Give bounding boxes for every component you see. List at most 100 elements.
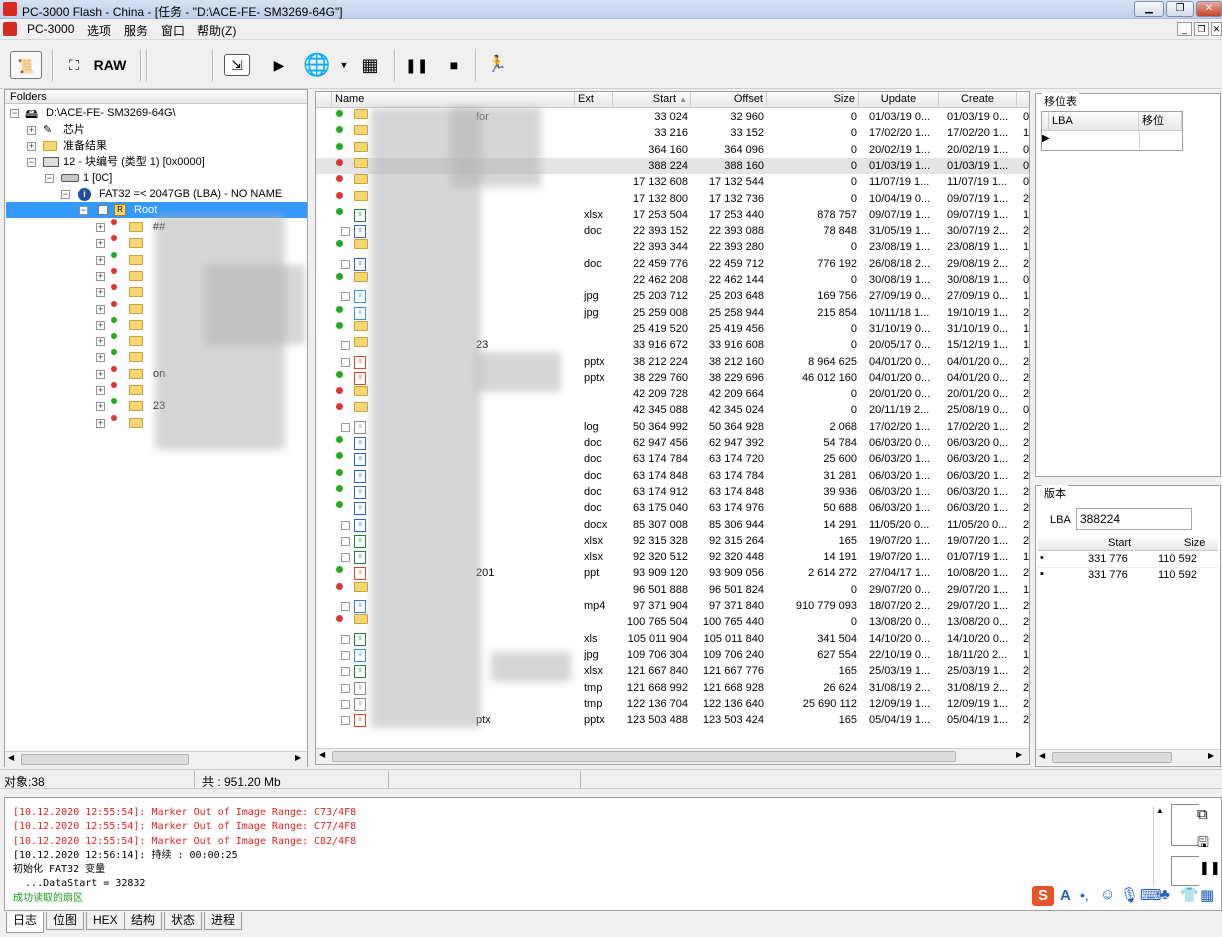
scroll-thumb[interactable] [332, 751, 956, 762]
checkbox[interactable] [341, 357, 350, 367]
raw-button[interactable]: RAW [92, 51, 128, 79]
expand-icon[interactable]: + [27, 126, 36, 135]
header-size[interactable]: Size [767, 92, 859, 107]
expand-icon[interactable]: + [96, 337, 105, 347]
collapse-icon[interactable]: − [10, 109, 19, 118]
checkbox[interactable] [341, 259, 350, 269]
expand-icon[interactable]: + [96, 239, 105, 249]
menu-options[interactable]: 选项 [87, 22, 111, 39]
chip-icon[interactable]: ▦ [358, 51, 382, 79]
version-row[interactable]: ▪ 331 776 110 592 [1038, 568, 1218, 584]
expand-icon[interactable]: + [96, 271, 105, 281]
binoculars-icon[interactable]: ⛶ [62, 51, 86, 79]
pause-icon[interactable]: ❚❚ [405, 51, 428, 79]
tab-log[interactable]: 日志 [6, 912, 45, 933]
expand-icon[interactable]: + [96, 386, 105, 395]
minimize-icon[interactable]: ▁ [1134, 1, 1164, 17]
expand-icon[interactable]: + [96, 288, 105, 298]
menu-window[interactable]: 窗口 [161, 22, 185, 39]
ime-menu-icon[interactable]: ▦ [1200, 886, 1214, 904]
scroll-right-icon[interactable]: ▶ [1016, 750, 1022, 759]
checkbox[interactable] [341, 292, 350, 302]
checkbox[interactable] [341, 634, 350, 644]
expand-icon[interactable]: + [96, 369, 105, 379]
header-ext[interactable]: Ext [575, 92, 613, 107]
ime-user-icon[interactable]: ♣ [1160, 886, 1170, 903]
checkbox[interactable] [341, 683, 350, 693]
checkbox[interactable] [341, 227, 350, 237]
scroll-left-icon[interactable]: ◀ [1039, 751, 1045, 760]
ime-logo-icon[interactable]: S [1032, 886, 1054, 906]
tab-process[interactable]: 进程 [204, 912, 243, 930]
mdi-minimize-icon[interactable]: _ [1177, 22, 1192, 36]
checkbox[interactable] [341, 422, 350, 432]
scroll-left-icon[interactable]: ◀ [8, 753, 14, 762]
mdi-close-icon[interactable]: ✕ [1211, 22, 1222, 36]
run-exit-icon[interactable]: 🏃 [484, 51, 510, 79]
checkbox[interactable] [341, 667, 350, 677]
checkbox[interactable] [98, 205, 108, 215]
scroll-up-icon[interactable]: ▲ [1156, 806, 1164, 815]
play-icon[interactable]: ▶ [270, 51, 288, 79]
scroll-thumb[interactable] [1052, 752, 1172, 763]
expand-icon[interactable]: + [27, 142, 36, 151]
ime-emoji-icon[interactable]: ☺ [1100, 886, 1115, 903]
scroll-icon[interactable]: 📜 [10, 51, 42, 79]
menu-pc3000[interactable]: PC-3000 [27, 22, 74, 36]
remap-col-lba[interactable]: LBA [1049, 112, 1139, 131]
header-update[interactable]: Update [859, 92, 939, 107]
stop-icon[interactable]: ■ [443, 51, 465, 79]
tab-hex[interactable]: HEX [86, 912, 125, 930]
collapse-icon[interactable]: − [61, 190, 70, 199]
expand-icon[interactable]: + [96, 223, 105, 232]
version-col-start[interactable]: Start [1108, 537, 1131, 549]
header-name[interactable]: Name [332, 92, 575, 107]
header-extra[interactable] [1017, 92, 1029, 107]
maximize-icon[interactable]: ❐ [1166, 1, 1194, 17]
mdi-restore-icon[interactable]: ❐ [1194, 22, 1209, 36]
expand-icon[interactable]: + [96, 320, 105, 330]
version-lba-input[interactable] [1076, 508, 1192, 530]
checkbox[interactable] [341, 699, 350, 709]
dropdown-arrow-icon[interactable]: ▼ [338, 51, 350, 79]
expand-icon[interactable]: + [96, 418, 105, 428]
scroll-left-icon[interactable]: ◀ [319, 750, 325, 759]
ime-voice-icon[interactable]: 🎙 [1120, 886, 1139, 904]
header-create[interactable]: Create [939, 92, 1017, 107]
menu-service[interactable]: 服务 [124, 22, 148, 39]
checkbox[interactable] [341, 520, 350, 530]
ime-keyboard-icon[interactable]: ⌨ [1140, 886, 1162, 904]
expand-icon[interactable]: + [96, 304, 105, 314]
globe-computer-icon[interactable]: 🌐 [300, 51, 334, 79]
version-hscrollbar[interactable]: ◀ ▶ [1036, 749, 1220, 765]
scroll-right-icon[interactable]: ▶ [1208, 751, 1214, 760]
checkbox[interactable] [341, 650, 350, 660]
checkbox[interactable] [341, 341, 350, 351]
save-icon[interactable]: 🖫 [1197, 832, 1209, 856]
checkbox[interactable] [341, 536, 350, 546]
expand-icon[interactable]: + [96, 353, 105, 363]
copy-icon[interactable]: ⧉ [1197, 806, 1208, 823]
checkbox[interactable] [341, 553, 350, 563]
pause-icon[interactable]: ❚❚ [1199, 860, 1221, 876]
version-col-size[interactable]: Size [1184, 537, 1205, 549]
menu-help[interactable]: 帮助(Z) [197, 22, 236, 39]
ime-skin-icon[interactable]: 👕 [1180, 886, 1199, 904]
collapse-icon[interactable]: − [45, 174, 54, 183]
header-offset[interactable]: Offset [691, 92, 767, 107]
collapse-icon[interactable]: − [79, 206, 88, 215]
collapse-icon[interactable]: − [27, 158, 36, 167]
expand-icon[interactable]: + [96, 402, 105, 412]
tab-state[interactable]: 状态 [164, 912, 203, 930]
header-start[interactable]: Start ▲ [613, 92, 691, 107]
expand-icon[interactable]: + [96, 255, 105, 265]
ime-mode-icon[interactable]: A [1060, 887, 1071, 904]
tab-structure[interactable]: 结构 [124, 912, 163, 930]
remap-col-shift[interactable]: 移位 [1139, 112, 1182, 131]
checkbox[interactable] [341, 602, 350, 611]
scroll-thumb[interactable] [21, 754, 189, 765]
tab-bitmap[interactable]: 位图 [46, 912, 85, 930]
ime-punct-icon[interactable]: •, [1080, 887, 1089, 903]
folders-hscrollbar[interactable]: ◀ ▶ [5, 751, 307, 767]
files-hscrollbar[interactable]: ◀ ▶ [316, 748, 1029, 764]
